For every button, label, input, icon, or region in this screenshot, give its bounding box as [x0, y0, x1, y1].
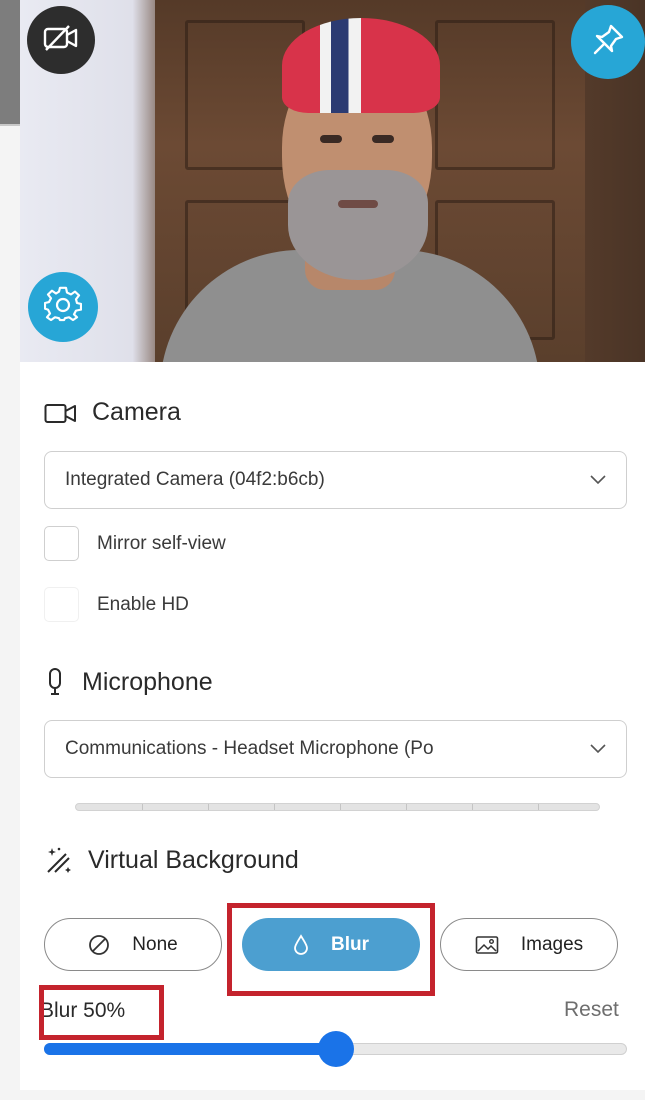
- magic-wand-icon: [44, 845, 74, 875]
- left-edge-divider: [0, 124, 20, 126]
- left-edge-strip: [0, 0, 20, 1100]
- bottom-edge-strip: [20, 1090, 645, 1100]
- enable-hd-row[interactable]: Enable HD: [44, 587, 189, 622]
- av-settings-panel: Camera Integrated Camera (04f2:b6cb) Mir…: [20, 362, 645, 1100]
- background-none-button[interactable]: None: [44, 918, 222, 971]
- video-preview: [20, 0, 645, 362]
- gear-icon: [43, 286, 83, 329]
- microphone-title-text: Microphone: [82, 667, 213, 696]
- pin-icon: [589, 21, 627, 64]
- image-icon: [475, 935, 499, 955]
- chevron-down-icon: [586, 475, 606, 485]
- camera-select-value: Integrated Camera (04f2:b6cb): [65, 469, 325, 490]
- microphone-select-value: Communications - Headset Microphone (Po: [65, 738, 434, 759]
- mirror-self-view-label: Mirror self-view: [97, 532, 226, 554]
- camera-select[interactable]: Integrated Camera (04f2:b6cb): [44, 451, 627, 509]
- virtual-background-section-title: Virtual Background: [44, 845, 299, 875]
- enable-hd-label: Enable HD: [97, 593, 189, 615]
- video-settings-button[interactable]: [28, 272, 98, 342]
- pin-button[interactable]: [571, 5, 645, 79]
- virtual-background-title-text: Virtual Background: [88, 845, 299, 874]
- microphone-select[interactable]: Communications - Headset Microphone (Po: [44, 720, 627, 778]
- slider-fill: [44, 1043, 336, 1055]
- mirror-self-view-checkbox[interactable]: [44, 526, 79, 561]
- camera-title-text: Camera: [92, 398, 181, 426]
- blur-level-slider[interactable]: [44, 1031, 627, 1067]
- camera-off-icon: [43, 23, 79, 58]
- microphone-section-title: Microphone: [44, 667, 213, 697]
- reset-blur-link[interactable]: Reset: [564, 998, 619, 1022]
- no-entry-icon: [88, 934, 110, 956]
- chevron-down-icon: [586, 744, 606, 754]
- camera-off-button[interactable]: [27, 6, 95, 74]
- mirror-self-view-row[interactable]: Mirror self-view: [44, 526, 226, 561]
- background-none-label: None: [132, 933, 178, 955]
- background-images-label: Images: [520, 933, 584, 955]
- highlight-box-blur: [227, 903, 435, 996]
- background-images-button[interactable]: Images: [440, 918, 618, 971]
- microphone-icon: [44, 667, 68, 697]
- microphone-level-meter: [75, 803, 600, 811]
- enable-hd-checkbox[interactable]: [44, 587, 79, 622]
- left-edge-block: [0, 0, 20, 125]
- slider-thumb[interactable]: [318, 1031, 354, 1067]
- camera-icon: [44, 401, 78, 425]
- camera-section-title: Camera: [44, 398, 181, 427]
